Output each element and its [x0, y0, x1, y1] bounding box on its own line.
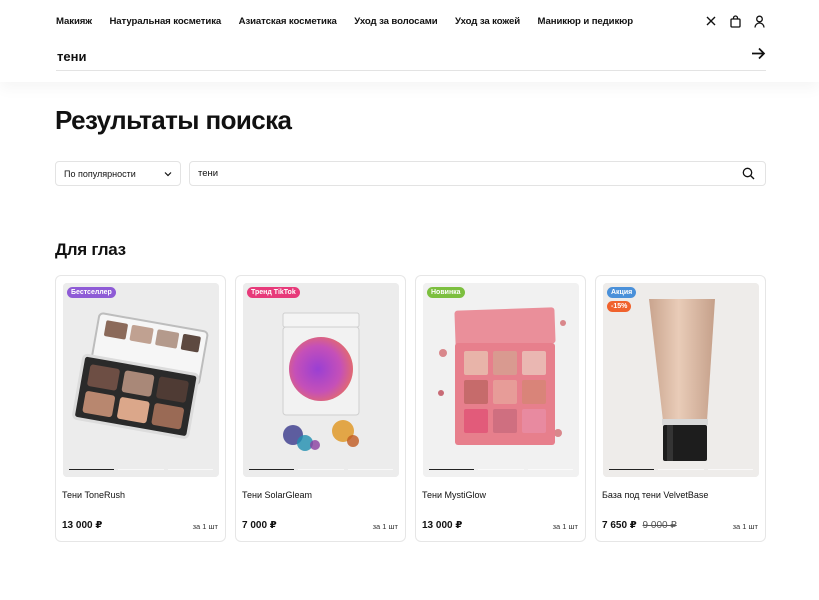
page-title: Результаты поиска	[55, 105, 292, 135]
product-card[interactable]: Новинка Тени MystiGlow 13 000 ₽ за 1 шт	[415, 275, 586, 542]
product-image[interactable]: Бестселлер	[63, 283, 219, 477]
product-card[interactable]: Тренд TikTok Тени SolarGleam 7 000 ₽ за …	[235, 275, 406, 542]
price-current: 7 000 ₽	[242, 520, 277, 531]
product-name[interactable]: Тени SolarGleam	[242, 490, 312, 500]
product-badge: Акция	[607, 287, 637, 298]
discount-badge: -15%	[607, 301, 632, 312]
product-name[interactable]: База под тени VelvetBase	[602, 490, 708, 500]
results-search-field[interactable]	[189, 161, 766, 186]
product-card[interactable]: Акция -15% База под тени VelvetBase 7 65…	[595, 275, 766, 542]
price-old: 9 000 ₽	[642, 520, 677, 531]
product-badge: Бестселлер	[67, 287, 116, 298]
nav-item-nails[interactable]: Маникюр и педикюр	[538, 16, 634, 27]
product-image[interactable]: Тренд TikTok	[243, 283, 399, 477]
nav-item-skin[interactable]: Уход за кожей	[455, 16, 520, 27]
product-unit: за 1 шт	[192, 522, 218, 531]
results-search-input[interactable]	[198, 168, 698, 179]
sort-select[interactable]: По популярности	[55, 161, 181, 186]
product-price: 13 000 ₽	[422, 520, 462, 531]
nav-item-hair[interactable]: Уход за волосами	[354, 16, 437, 27]
header-search-query[interactable]: тени	[57, 49, 86, 64]
nav-item-natural[interactable]: Натуральная косметика	[109, 16, 221, 27]
product-price: 7 650 ₽ 9 000 ₽	[602, 520, 677, 531]
nav-item-makeup[interactable]: Макияж	[56, 16, 92, 27]
search-icon[interactable]	[742, 167, 755, 185]
product-name[interactable]: Тени ToneRush	[62, 490, 125, 500]
product-badge: Тренд TikTok	[247, 287, 300, 298]
price-current: 7 650 ₽	[602, 520, 637, 531]
product-unit: за 1 шт	[552, 522, 578, 531]
user-icon[interactable]	[753, 14, 765, 28]
top-bar: Макияж Натуральная косметика Азиатская к…	[0, 0, 819, 82]
product-name[interactable]: Тени MystiGlow	[422, 490, 486, 500]
main-nav: Макияж Натуральная косметика Азиатская к…	[56, 16, 651, 27]
sort-select-label: По популярности	[64, 168, 136, 179]
product-price: 13 000 ₽	[62, 520, 102, 531]
eyeshadow-palette-image	[63, 283, 219, 477]
pink-palette-image	[423, 283, 579, 477]
image-carousel-indicator[interactable]	[429, 468, 573, 470]
single-eyeshadow-image	[243, 283, 399, 477]
header-search[interactable]: тени	[56, 46, 766, 71]
product-unit: за 1 шт	[732, 522, 758, 531]
product-image[interactable]: Акция -15%	[603, 283, 759, 477]
chevron-down-icon	[164, 169, 172, 179]
nav-item-asian[interactable]: Азиатская косметика	[239, 16, 337, 27]
image-carousel-indicator[interactable]	[609, 468, 753, 470]
close-icon[interactable]	[705, 14, 717, 28]
primer-tube-image	[603, 283, 759, 477]
product-grid: Бестселлер Тени ToneRush 13 000 ₽ за 1 ш…	[55, 275, 766, 542]
image-carousel-indicator[interactable]	[249, 468, 393, 470]
price-current: 13 000 ₽	[62, 520, 103, 531]
product-card[interactable]: Бестселлер Тени ToneRush 13 000 ₽ за 1 ш…	[55, 275, 226, 542]
product-image[interactable]: Новинка	[423, 283, 579, 477]
product-badge: Новинка	[427, 287, 465, 298]
section-title: Для глаз	[55, 240, 126, 259]
product-price: 7 000 ₽	[242, 520, 277, 531]
header-actions	[705, 14, 765, 28]
arrow-right-icon[interactable]	[751, 46, 766, 66]
price-current: 13 000 ₽	[422, 520, 463, 531]
image-carousel-indicator[interactable]	[69, 468, 213, 470]
bag-icon[interactable]	[729, 14, 741, 28]
product-unit: за 1 шт	[372, 522, 398, 531]
